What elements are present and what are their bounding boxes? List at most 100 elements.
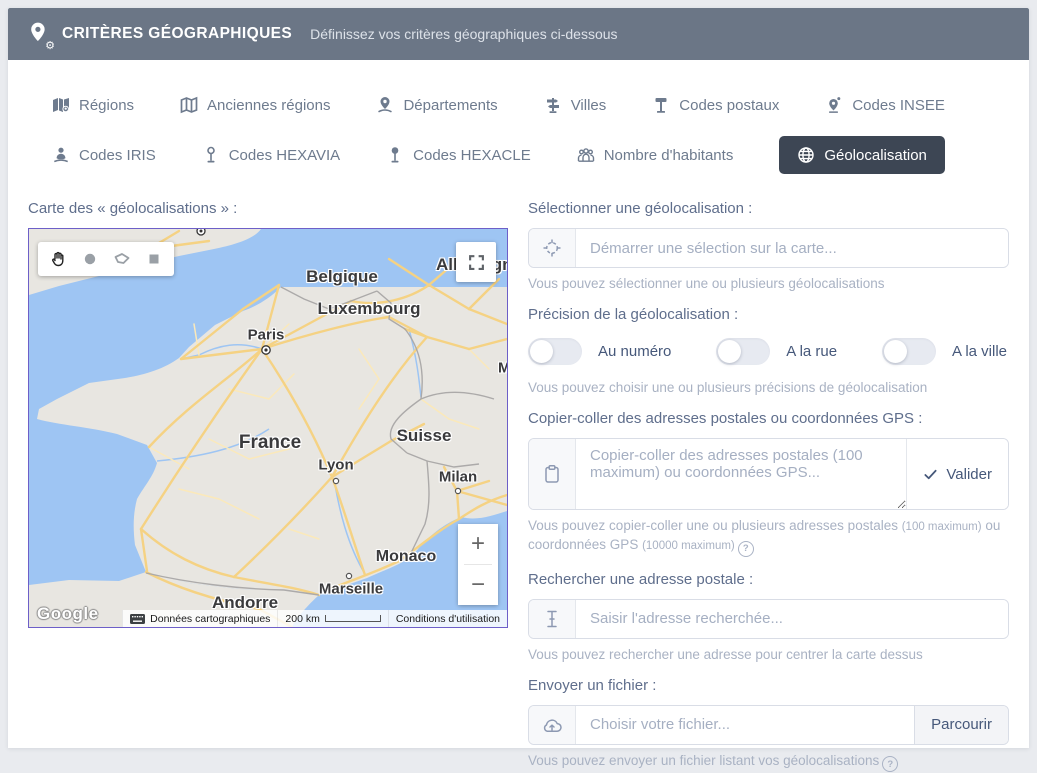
person-pin-icon [52,146,70,164]
validate-button[interactable]: Valider [906,439,1008,509]
draw-circle-tool[interactable] [76,245,104,273]
toggle-label: Au numéro [598,343,671,360]
country-label-france: France [239,432,301,454]
precision-option-numero: Au numéro [528,338,671,365]
map-zoom-control: + − [458,524,498,605]
tab-codes-iris[interactable]: Codes IRIS [52,136,156,174]
paste-help-text: Vous pouvez copier-coller une ou plusieu… [528,518,902,533]
search-address-input[interactable] [576,600,1008,638]
select-geo-input[interactable] [576,229,1008,267]
zoom-in-button[interactable]: + [458,524,498,564]
scale-segment: 200 km [277,610,387,627]
street-marker-filled-icon [386,146,404,164]
tab-codes-hexacle[interactable]: Codes HEXACLE [386,136,531,174]
precision-help: Vous pouvez choisir une ou plusieurs pré… [528,379,1009,396]
precision-label: Précision de la géolocalisation : [528,306,1009,324]
geo-form: Sélectionner une géolocalisation : Vous … [528,200,1009,772]
old-regions-map-icon [180,96,198,114]
upload-file-input[interactable] [576,706,914,744]
help-question-icon[interactable]: ? [882,756,898,772]
map-canvas[interactable]: Belgique Luxembourg Paris France Suisse … [28,228,508,628]
tab-label: Codes HEXAVIA [229,147,340,164]
zoom-out-button[interactable]: − [458,565,498,605]
pan-hand-tool[interactable] [44,245,72,273]
search-address-input-group [528,599,1009,639]
google-logo[interactable]: Google [37,604,99,624]
upload-input-group: Parcourir [528,705,1009,745]
paste-addresses-textarea[interactable] [576,439,906,509]
target-icon [529,229,576,267]
toggle-a-la-rue[interactable] [716,338,770,365]
tab-label: Codes IRIS [79,147,156,164]
tab-label: Anciennes régions [207,97,330,114]
city-label-marseille: Marseille [319,581,383,598]
tab-label: Codes INSEE [852,97,945,114]
signpost-icon [544,96,562,114]
tab-codes-postaux[interactable]: Codes postaux [652,86,779,124]
upload-file-section: Envoyer un fichier : Parcourir Vous pouv… [528,677,1009,773]
paste-section: Copier-coller des adresses postales ou c… [528,410,1009,557]
scale-label: 200 km [285,613,319,625]
search-address-section: Rechercher une adresse postale : Vous po… [528,571,1009,663]
paste-help: Vous pouvez copier-coller une ou plusieu… [528,517,1009,557]
tab-label: Régions [79,97,134,114]
tab-label: Géolocalisation [824,147,927,164]
clipboard-icon [529,439,576,509]
terms-segment: Conditions d'utilisation [388,610,507,627]
globe-icon [797,146,815,164]
tab-villes[interactable]: Villes [544,86,607,124]
scale-bar [325,615,381,622]
select-geo-section: Sélectionner une géolocalisation : Vous … [528,200,1009,292]
city-label-milan: Milan [439,469,477,486]
tab-label: Villes [571,97,607,114]
browse-button[interactable]: Parcourir [914,706,1008,744]
paste-help-max2: (10000 maximum) [642,540,735,552]
draw-rectangle-tool[interactable] [140,245,168,273]
select-geo-label: Sélectionner une géolocalisation : [528,200,1009,218]
street-marker-outline-icon [202,146,220,164]
regions-map-icon [52,96,70,114]
help-question-icon[interactable]: ? [738,541,754,557]
tab-label: Codes HEXACLE [413,147,531,164]
tab-anciennes-regions[interactable]: Anciennes régions [180,86,330,124]
tab-codes-hexavia[interactable]: Codes HEXAVIA [202,136,340,174]
toggle-label: A la ville [952,343,1007,360]
content-area: Carte des « géolocalisations » : [8,184,1029,772]
map-data-segment: Données cartographiques [122,610,277,627]
tab-geolocalisation[interactable]: Géolocalisation [779,136,945,174]
draw-toolbar [38,242,174,276]
page-subtitle: Définissez vos critères géographiques ci… [310,26,617,42]
tab-label: Nombre d'habitants [604,147,734,164]
toggle-a-la-ville[interactable] [882,338,936,365]
toggle-label: A la rue [786,343,837,360]
geo-tabs: Régions Anciennes régions Départements V… [8,60,1029,184]
keyboard-icon[interactable] [130,614,145,624]
upload-help-text: Vous pouvez envoyer un fichier listant v… [528,753,879,768]
search-address-label: Rechercher une adresse postale : [528,571,1009,589]
paste-label: Copier-coller des adresses postales ou c… [528,410,1009,428]
tab-codes-insee[interactable]: Codes INSEE [825,86,945,124]
tab-regions[interactable]: Régions [52,86,134,124]
browse-button-label: Parcourir [931,716,992,733]
city-label-partial-m: M [498,360,508,377]
tab-departements[interactable]: Départements [376,86,497,124]
draw-polygon-tool[interactable] [108,245,136,273]
country-label-belgique: Belgique [306,267,378,287]
toggle-au-numero[interactable] [528,338,582,365]
tab-nombre-habitants[interactable]: Nombre d'habitants [577,136,734,174]
criteria-card: ⚙ CRITÈRES GÉOGRAPHIQUES Définissez vos … [8,8,1029,748]
select-geo-help: Vous pouvez sélectionner une ou plusieur… [528,275,1009,292]
fullscreen-button[interactable] [456,242,496,282]
tab-label: Départements [403,97,497,114]
upload-help: Vous pouvez envoyer un fichier listant v… [528,752,1009,773]
validate-button-label: Valider [946,466,992,483]
cloud-upload-icon [529,706,576,744]
precision-option-rue: A la rue [716,338,837,365]
city-label-paris: Paris [248,327,285,344]
country-label-monaco: Monaco [376,548,436,566]
precision-option-ville: A la ville [882,338,1007,365]
map-data-label: Données cartographiques [150,613,270,625]
terms-link[interactable]: Conditions d'utilisation [396,613,500,625]
map-attribution: Données cartographiques 200 km Condition… [122,610,507,627]
gear-glyph: ⚙ [45,40,55,51]
